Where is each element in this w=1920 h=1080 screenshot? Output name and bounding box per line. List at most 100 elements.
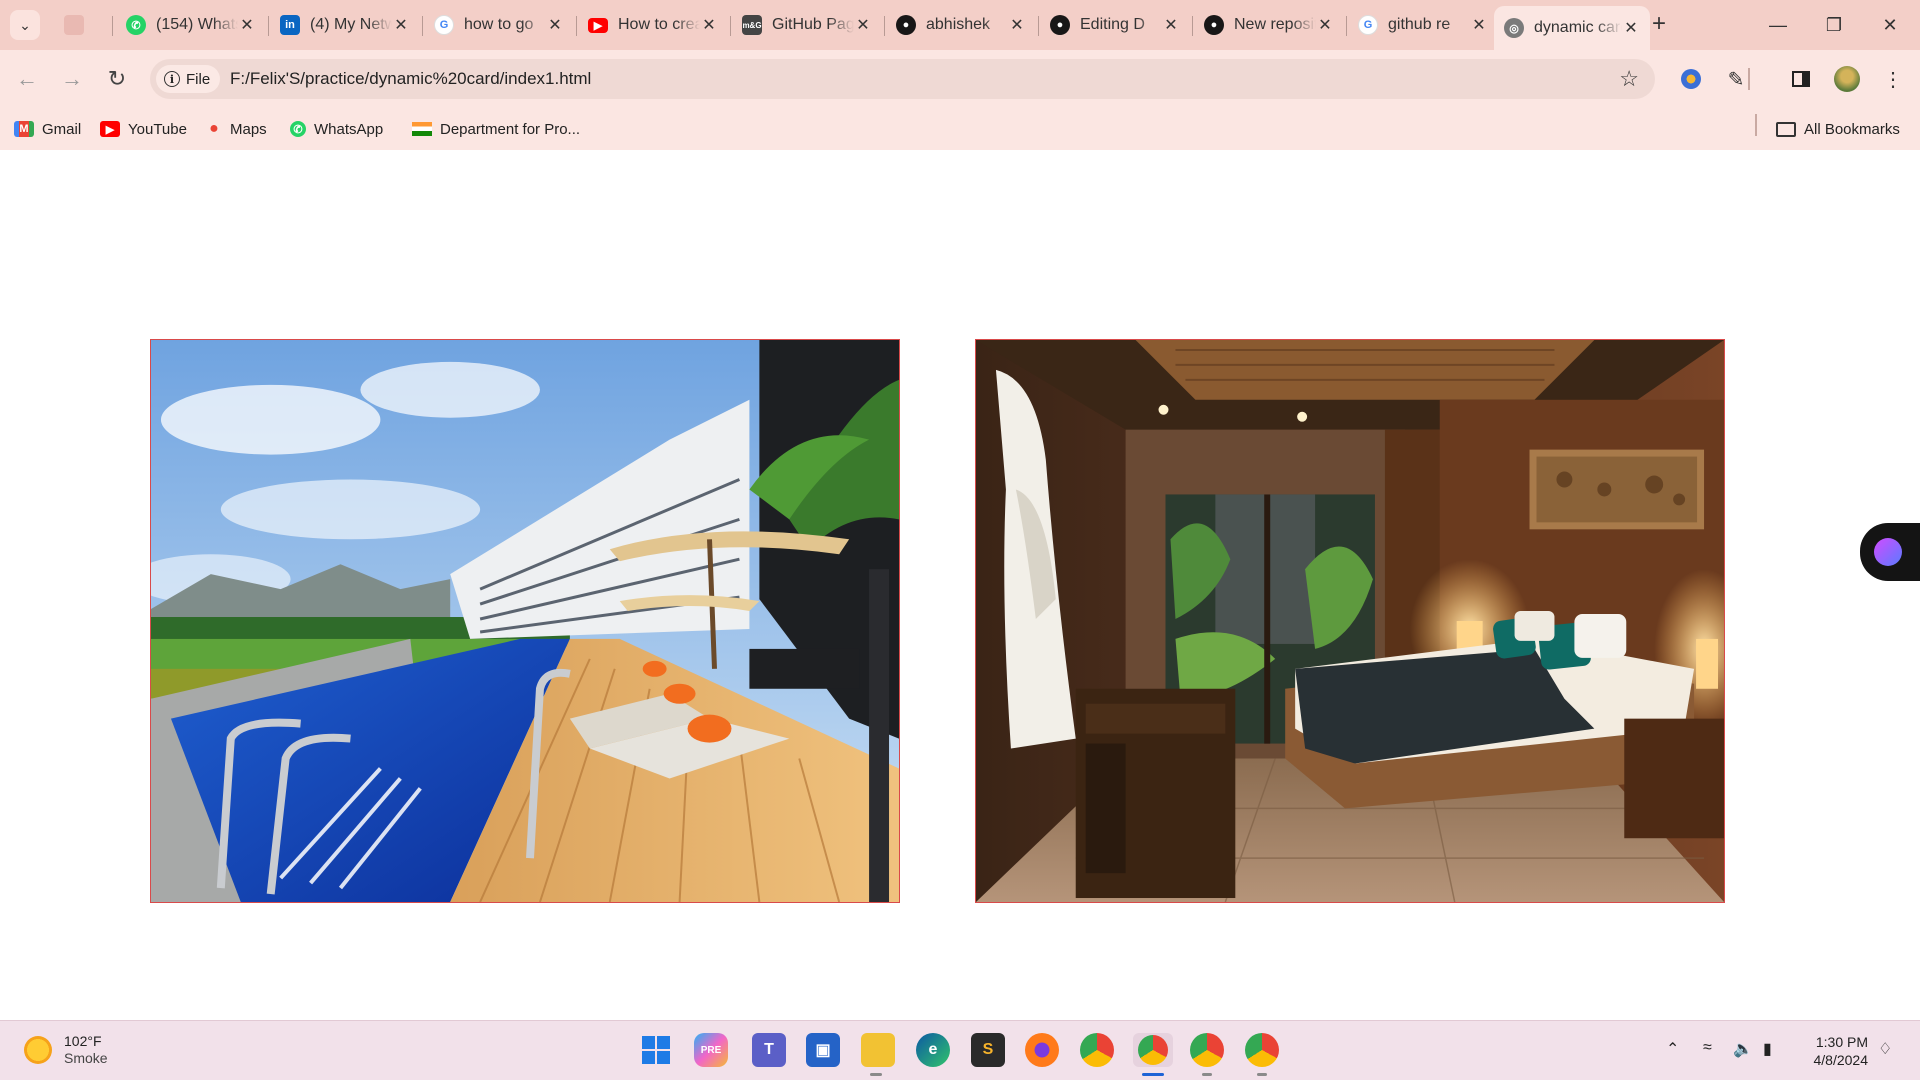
tab-dynamic-card[interactable]: ◎ dynamic card ✕ xyxy=(1494,6,1650,50)
weather-sun-icon xyxy=(24,1036,52,1064)
tab-separator xyxy=(112,16,113,36)
windows-icon xyxy=(642,1036,670,1064)
active-indicator xyxy=(1142,1073,1164,1076)
close-icon[interactable]: ✕ xyxy=(238,15,256,35)
running-indicator xyxy=(1257,1073,1267,1076)
tab-youtube[interactable]: ▶ How to create ✕ xyxy=(578,8,728,42)
close-icon[interactable]: ✕ xyxy=(1008,15,1026,35)
minimize-icon: — xyxy=(1769,14,1787,35)
gmail-icon: M xyxy=(14,121,34,137)
restore-button[interactable]: ❐ xyxy=(1814,10,1854,40)
tab-github-abhishek[interactable]: ● abhishek ✕ xyxy=(886,8,1036,42)
reload-icon: ↻ xyxy=(107,66,127,91)
chrome-icon xyxy=(1138,1035,1168,1065)
tab-github-new-repo[interactable]: ● New repository ✕ xyxy=(1194,8,1344,42)
whatsapp-icon: ✆ xyxy=(290,121,306,137)
copilot-icon[interactable]: PRE xyxy=(694,1033,728,1067)
minimize-button[interactable]: — xyxy=(1758,10,1798,40)
firefox-icon[interactable] xyxy=(1025,1033,1059,1067)
running-indicator xyxy=(1202,1073,1212,1076)
close-window-button[interactable]: ✕ xyxy=(1870,10,1910,40)
reload-button[interactable]: ↻ xyxy=(100,62,134,96)
card-pool[interactable] xyxy=(150,339,900,903)
youtube-icon: ▶ xyxy=(100,121,120,137)
bookmark-gmail[interactable]: M Gmail xyxy=(14,117,81,141)
microsoft-store-icon[interactable]: ▣ xyxy=(806,1033,840,1067)
tab-google-how-to-go[interactable]: G how to go ✕ xyxy=(424,8,574,42)
url-text[interactable]: F:/Felix'S/practice/dynamic%20card/index… xyxy=(230,69,591,89)
system-clock[interactable]: 1:30 PM 4/8/2024 xyxy=(1800,1033,1869,1069)
close-icon[interactable]: ✕ xyxy=(700,15,718,35)
start-button[interactable] xyxy=(639,1033,673,1067)
forward-button[interactable]: → xyxy=(55,62,89,96)
plus-icon: + xyxy=(1652,10,1667,37)
bookmark-star-icon[interactable]: ☆ xyxy=(1619,66,1639,92)
globe-icon: ◎ xyxy=(1504,18,1524,38)
avatar xyxy=(1834,66,1860,92)
close-icon[interactable]: ✕ xyxy=(1470,15,1488,35)
notification-bell-icon[interactable]: ♢ xyxy=(1878,1039,1892,1059)
github-icon: ● xyxy=(1050,15,1070,35)
maps-icon: ● xyxy=(209,120,219,137)
site-info-chip[interactable]: i File xyxy=(156,65,221,93)
extensions-menu-button[interactable]: ✎ xyxy=(1721,64,1751,94)
battery-icon[interactable]: ▮ xyxy=(1763,1039,1772,1059)
card-bedroom[interactable] xyxy=(975,339,1725,903)
tab-strip: ⌄ ✆ (154) WhatsApp ✕ in (4) My Network |… xyxy=(0,0,1920,50)
taskbar: 102°F Smoke PRE T ▣ e S ⌃ ≈ 🔈 ▮ 1:30 PM … xyxy=(0,1020,1920,1080)
teams-icon[interactable]: T xyxy=(752,1033,786,1067)
tab-separator xyxy=(576,16,577,36)
toolbar-divider xyxy=(1748,68,1750,90)
tab-separator xyxy=(268,16,269,36)
close-icon[interactable]: ✕ xyxy=(546,15,564,35)
bookmark-department[interactable]: Department for Pro... xyxy=(412,117,580,141)
extension-app-icon xyxy=(1681,69,1701,89)
info-icon: i xyxy=(164,71,180,87)
folder-icon xyxy=(1776,121,1796,137)
tab-linkedin[interactable]: in (4) My Network | LinkedIn ✕ xyxy=(270,8,420,42)
bookmark-youtube[interactable]: ▶ YouTube xyxy=(100,117,187,141)
bookmarks-divider xyxy=(1755,114,1757,136)
close-icon[interactable]: ✕ xyxy=(854,15,872,35)
tab-0[interactable] xyxy=(54,8,110,42)
volume-muted-icon[interactable]: 🔈 xyxy=(1733,1039,1753,1059)
weather-widget[interactable]: 102°F Smoke xyxy=(24,1033,108,1067)
chrome-profile-icon[interactable] xyxy=(1190,1033,1224,1067)
tray-overflow-chevron-icon[interactable]: ⌃ xyxy=(1666,1039,1679,1059)
close-icon[interactable]: ✕ xyxy=(392,15,410,35)
close-icon[interactable]: ✕ xyxy=(1622,18,1640,38)
youtube-icon: ▶ xyxy=(588,17,608,33)
bookmark-maps[interactable]: ● Maps xyxy=(206,117,267,141)
wifi-icon[interactable]: ≈ xyxy=(1703,1039,1712,1057)
running-indicator xyxy=(870,1073,882,1076)
browser-menu-button[interactable]: ⋮ xyxy=(1878,64,1908,94)
address-bar[interactable]: i File F:/Felix'S/practice/dynamic%20car… xyxy=(150,59,1655,99)
new-tab-button[interactable]: + xyxy=(1652,12,1666,36)
tab-github-pages[interactable]: m&G GitHub Pages ✕ xyxy=(732,8,882,42)
bookmark-whatsapp[interactable]: ✆ WhatsApp xyxy=(290,117,383,141)
edge-icon[interactable]: e xyxy=(916,1033,950,1067)
tab-github-editing[interactable]: ● Editing D ✕ xyxy=(1040,8,1190,42)
tab-whatsapp[interactable]: ✆ (154) WhatsApp ✕ xyxy=(116,8,266,42)
tab-google-github-re[interactable]: G github re ✕ xyxy=(1348,8,1498,42)
sublime-text-icon[interactable]: S xyxy=(971,1033,1005,1067)
tab-search-button[interactable]: ⌄ xyxy=(10,10,40,40)
tab-separator xyxy=(1038,16,1039,36)
chrome-profile-icon[interactable] xyxy=(1245,1033,1279,1067)
india-flag-icon xyxy=(412,122,432,136)
google-icon: G xyxy=(434,15,454,35)
close-icon[interactable]: ✕ xyxy=(1316,15,1334,35)
file-explorer-icon[interactable] xyxy=(861,1033,895,1067)
floating-assistant-button[interactable] xyxy=(1860,523,1920,581)
chrome-active-window[interactable] xyxy=(1133,1033,1173,1067)
back-button[interactable]: ← xyxy=(10,62,44,96)
extension-button[interactable] xyxy=(1676,64,1706,94)
chrome-icon[interactable] xyxy=(1080,1033,1114,1067)
profile-button[interactable] xyxy=(1832,64,1862,94)
linkedin-icon: in xyxy=(280,15,300,35)
whatsapp-icon: ✆ xyxy=(126,15,146,35)
close-icon[interactable]: ✕ xyxy=(1162,15,1180,35)
side-panel-button[interactable] xyxy=(1786,64,1816,94)
page-content xyxy=(0,150,1920,1020)
all-bookmarks-button[interactable]: All Bookmarks xyxy=(1776,117,1900,141)
